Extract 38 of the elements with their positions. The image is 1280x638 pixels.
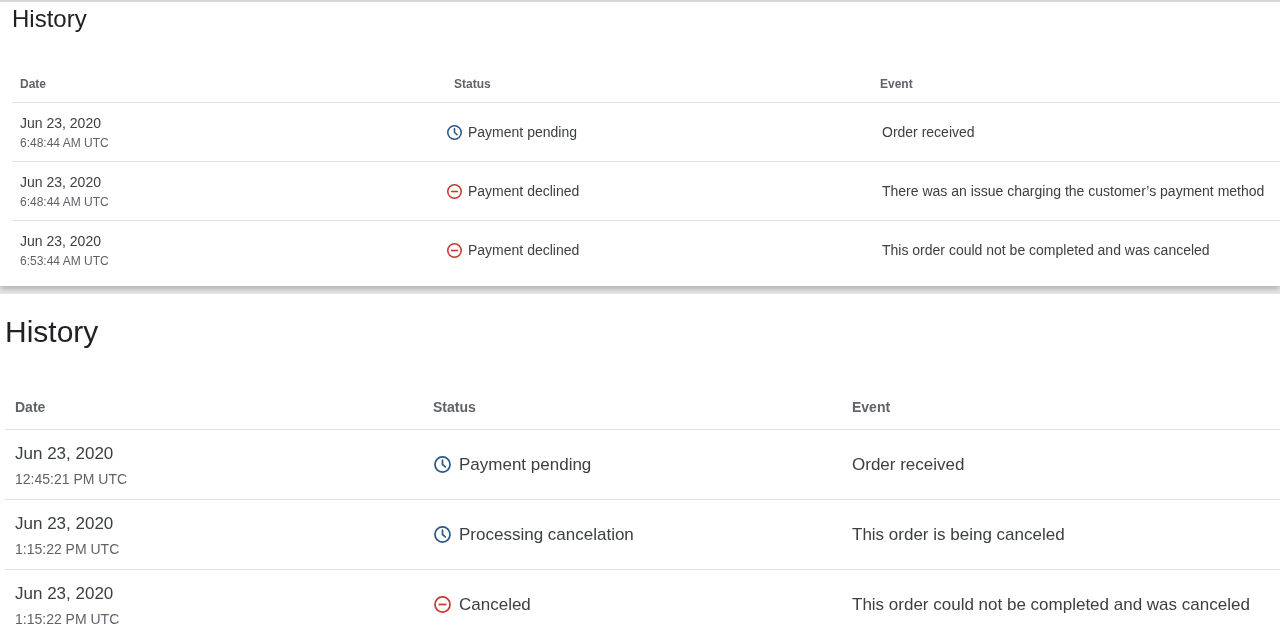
time-text: 1:15:22 PM UTC [15,540,120,559]
date-text: Jun 23, 2020 [20,173,101,192]
clock-icon [433,525,452,544]
date-text: Jun 23, 2020 [15,443,114,465]
date-text: Jun 23, 2020 [15,583,114,605]
section-title: History [12,5,87,32]
status-label: Payment pending [468,122,577,142]
minus-circle-icon [433,595,452,614]
time-text: 6:48:44 AM UTC [20,135,109,152]
column-header: Date [15,399,46,415]
time-text: 6:53:44 AM UTC [20,253,109,270]
minus-circle-icon [446,182,463,200]
time-text: 1:15:22 PM UTC [15,610,120,629]
status-label: Payment declined [468,240,580,260]
event-text: Order received [882,122,975,142]
clock-icon [446,123,463,141]
clock-icon [433,455,452,474]
column-header: Status [433,399,476,415]
event-text: There was an issue charging the customer’s payment method [882,181,1265,201]
status-label: Processing cancelation [459,523,634,546]
column-header: Status [454,77,491,91]
column-header: Date [20,77,46,91]
section-title: History [5,315,99,348]
time-text: 6:48:44 AM UTC [20,194,109,211]
event-text: This order could not be completed and was canceled [882,240,1210,260]
event-text: This order could not be completed and was canceled [852,593,1250,616]
status-label: Canceled [459,593,531,616]
date-text: Jun 23, 2020 [15,513,114,535]
event-text: Order received [852,453,965,476]
time-text: 12:45:21 PM UTC [15,470,128,489]
status-label: Payment declined [468,181,580,201]
date-text: Jun 23, 2020 [20,114,101,133]
status-label: Payment pending [459,453,592,476]
minus-circle-icon [446,241,463,259]
column-header: Event [880,77,913,91]
event-text: This order is being canceled [852,523,1065,546]
date-text: Jun 23, 2020 [20,232,101,251]
column-header: Event [852,399,891,415]
